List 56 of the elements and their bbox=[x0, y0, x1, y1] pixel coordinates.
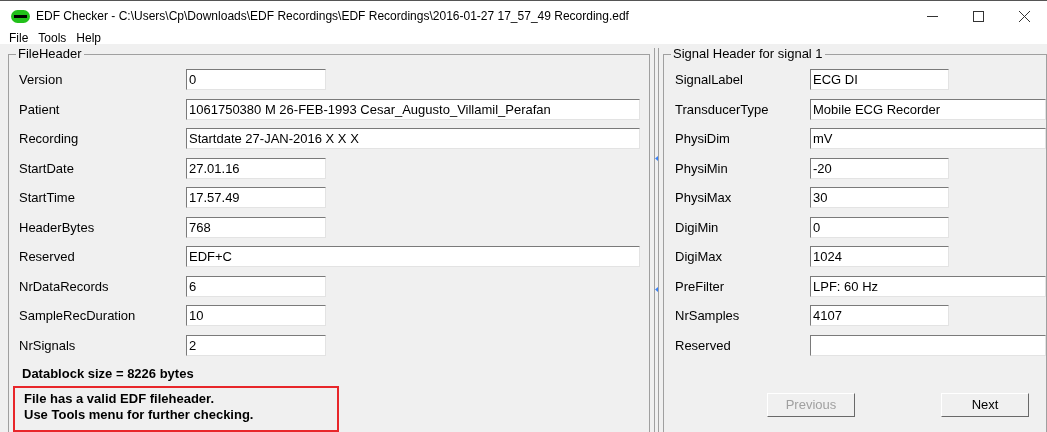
menu-item[interactable]: File bbox=[9, 28, 29, 47]
text-field[interactable]: 1061750380 M 26-FEB-1993 Cesar_Augusto_Villamil_Perafan bbox=[186, 98, 640, 120]
field-label: SampleRecDuration bbox=[19, 307, 137, 325]
field-label: DigiMax bbox=[675, 248, 723, 266]
text-field[interactable]: 0 bbox=[810, 216, 949, 238]
field-label: PhysiMin bbox=[675, 159, 729, 178]
field-label: Recording bbox=[19, 130, 80, 148]
text-field[interactable]: mV bbox=[810, 128, 1046, 150]
field-label: StartTime bbox=[19, 189, 76, 207]
text-field[interactable]: 2 bbox=[186, 334, 326, 356]
text-field[interactable]: ECG DI bbox=[810, 69, 949, 91]
minimize-icon bbox=[926, 15, 938, 17]
next-button[interactable]: Next bbox=[941, 393, 1029, 417]
group-title: Signal Header for signal 1 bbox=[671, 46, 825, 62]
text-field[interactable]: 6 bbox=[186, 275, 326, 297]
menu-item[interactable]: Help bbox=[76, 28, 102, 47]
arrow-left-icon bbox=[655, 156, 658, 161]
field-label: Reserved bbox=[675, 336, 732, 355]
text-field[interactable]: 30 bbox=[810, 187, 949, 209]
text-field[interactable]: 768 bbox=[186, 216, 326, 238]
field-label: Reserved bbox=[19, 248, 76, 266]
field-label: HeaderBytes bbox=[19, 218, 96, 237]
app-logo-icon bbox=[11, 9, 30, 23]
maximize-icon bbox=[972, 10, 984, 22]
field-label: DigiMin bbox=[675, 218, 720, 237]
field-label: PreFilter bbox=[675, 277, 726, 296]
field-label: Patient bbox=[19, 100, 61, 119]
text-field[interactable]: 27.01.16 bbox=[186, 157, 326, 179]
field-label: Version bbox=[19, 71, 64, 89]
text-field[interactable]: EDF+C bbox=[186, 246, 640, 268]
field-label: TransducerType bbox=[675, 100, 770, 119]
field-label: StartDate bbox=[19, 159, 75, 178]
text-field[interactable]: 1024 bbox=[810, 246, 949, 268]
status-message: Use Tools menu for further checking. bbox=[24, 406, 255, 423]
menu-item[interactable]: Tools bbox=[38, 28, 67, 47]
text-field[interactable] bbox=[810, 334, 1046, 356]
field-label: PhysiDim bbox=[675, 130, 731, 148]
text-field[interactable]: Startdate 27-JAN-2016 X X X bbox=[186, 128, 640, 150]
field-label: SignalLabel bbox=[675, 71, 744, 89]
field-label: NrDataRecords bbox=[19, 277, 110, 296]
field-label: NrSamples bbox=[675, 307, 741, 325]
field-label: PhysiMax bbox=[675, 189, 733, 207]
text-field[interactable]: 4107 bbox=[810, 305, 949, 327]
text-field[interactable]: 0 bbox=[186, 69, 326, 91]
window-title: EDF Checker - C:\Users\Cp\Downloads\EDF Recordings\EDF Recordings\2016-01-27 17_57_49 Recording.edf bbox=[36, 8, 629, 25]
text-field[interactable]: 10 bbox=[186, 305, 326, 327]
text-field[interactable]: Mobile ECG Recorder bbox=[810, 98, 1046, 120]
text-field[interactable]: 17.57.49 bbox=[186, 187, 326, 209]
status-message: File has a valid EDF fileheader. bbox=[24, 390, 216, 407]
text-field[interactable]: LPF: 60 Hz bbox=[810, 275, 1046, 297]
splitter-bar[interactable] bbox=[654, 48, 659, 432]
field-label: NrSignals bbox=[19, 336, 77, 355]
datablock-size-text: Datablock size = 8226 bytes bbox=[22, 365, 195, 383]
arrow-left-icon bbox=[655, 287, 658, 292]
close-icon bbox=[1018, 10, 1030, 22]
text-field[interactable]: -20 bbox=[810, 157, 949, 179]
